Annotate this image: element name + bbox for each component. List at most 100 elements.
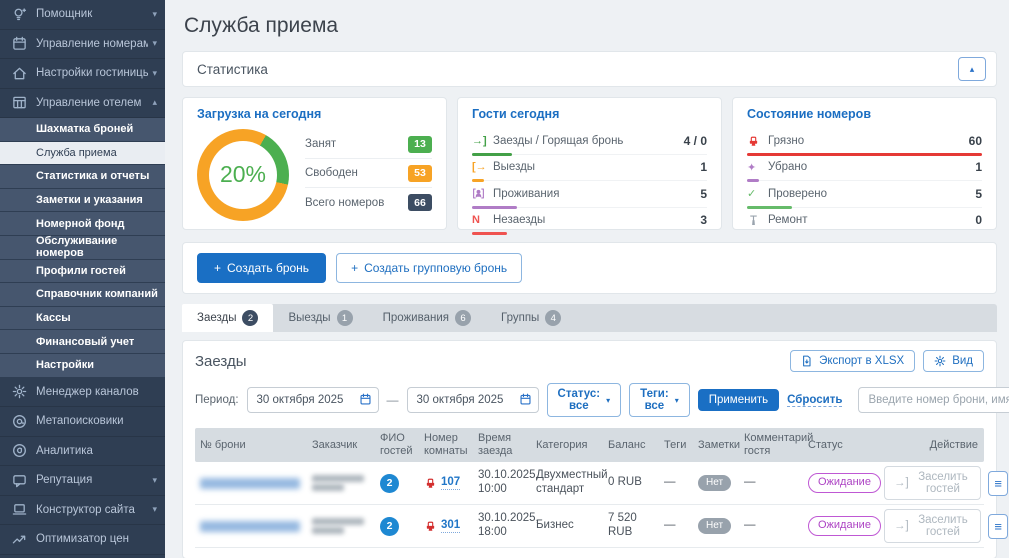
client-name-redacted xyxy=(312,475,364,482)
sidebar-item[interactable]: Оптимизатор цен xyxy=(0,525,165,555)
checked-icon: ✓ xyxy=(747,187,764,200)
export-xlsx-button[interactable]: Экспорт в XLSX xyxy=(790,350,915,372)
sidebar-subitem[interactable]: Финансовый учет xyxy=(0,330,165,354)
tab-count-badge: 4 xyxy=(545,310,561,326)
stat-row-label: Выезды xyxy=(489,161,700,173)
guests-count-badge: 2 xyxy=(380,517,399,536)
occupancy-legend-label: Свободен xyxy=(305,167,358,179)
tab-label: Заезды xyxy=(197,312,236,324)
booking-number-cell[interactable] xyxy=(195,474,307,493)
sidebar-subitem[interactable]: Настройки xyxy=(0,354,165,378)
sidebar-subitem[interactable]: Статистика и отчеты xyxy=(0,165,165,189)
table-header-row: № брониЗаказчикФИО гостейНомер комнатыВр… xyxy=(195,428,984,462)
occupancy-count-badge: 13 xyxy=(408,136,432,153)
sidebar-item-label: Оптимизатор цен xyxy=(36,533,157,545)
checkin-time-cell: 30.10.2025,10:00 xyxy=(473,465,531,501)
hotel-management-icon xyxy=(12,95,27,110)
apply-filters-button[interactable]: Применить xyxy=(698,389,779,411)
guests-count-cell: 2 xyxy=(375,513,419,540)
column-header: Комментарий гостя xyxy=(739,428,803,461)
stat-row-bar xyxy=(472,232,507,235)
sidebar-item[interactable]: Аналитика xyxy=(0,437,165,467)
row-menu-button[interactable]: ≡ xyxy=(988,471,1008,496)
view-settings-button[interactable]: Вид xyxy=(923,350,984,372)
sidebar-item[interactable]: Помощник▾ xyxy=(0,0,165,30)
chevron-up-icon: ▴ xyxy=(152,97,157,108)
stat-row-value: 5 xyxy=(700,187,707,201)
sidebar-subitem[interactable]: Кассы xyxy=(0,307,165,331)
rooms-state-card-title: Состояние номеров xyxy=(747,107,982,121)
status-filter-dropdown[interactable]: Статус: все ▾ xyxy=(547,383,622,417)
view-settings-label: Вид xyxy=(952,355,973,367)
repair-icon xyxy=(747,214,764,227)
room-number-link[interactable]: 301 xyxy=(441,519,460,534)
checkin-icon: →] xyxy=(472,135,489,147)
sidebar-item-label: Настройки гостиницы xyxy=(36,67,148,79)
sidebar-subitem[interactable]: Обслуживание номеров xyxy=(0,236,165,260)
sidebar-item[interactable]: Метапоисковики xyxy=(0,407,165,437)
statistics-title: Статистика xyxy=(197,62,958,77)
sidebar-item[interactable]: Управление отелем▴ xyxy=(0,89,165,119)
tab-label: Проживания xyxy=(383,312,449,324)
guest-comment-cell: — xyxy=(739,515,803,537)
tab-item[interactable]: Проживания6 xyxy=(368,304,486,332)
calendar-icon[interactable] xyxy=(519,393,532,406)
booking-number-cell[interactable] xyxy=(195,517,307,536)
status-cell: Ожидание xyxy=(803,512,879,539)
reset-filters-link[interactable]: Сбросить xyxy=(787,394,842,407)
row-menu-button[interactable]: ≡ xyxy=(988,514,1008,539)
check-in-guests-button[interactable]: →]Заселить гостей xyxy=(884,509,981,543)
stat-row-value: 5 xyxy=(975,187,982,201)
action-cell: →]Заселить гостей ≡ xyxy=(879,462,1009,504)
tab-active[interactable]: Заезды 2 xyxy=(182,304,273,332)
dirty-icon xyxy=(424,476,437,489)
search-input[interactable] xyxy=(858,387,1009,413)
tags-filter-dropdown[interactable]: Теги: все ▾ xyxy=(629,383,690,417)
stat-row: ✓Проверено5 xyxy=(747,181,982,208)
create-group-booking-label: Создать групповую бронь xyxy=(364,261,507,275)
create-group-booking-button[interactable]: + Создать групповую бронь xyxy=(336,253,522,283)
tab-item[interactable]: Выезды1 xyxy=(273,304,367,332)
sidebar-item[interactable]: Управление номерами ▾ xyxy=(0,30,165,60)
booking-number-redacted xyxy=(200,521,300,532)
sidebar-item[interactable]: Настройки гостиницы▾ xyxy=(0,59,165,89)
sidebar-item-label: Метапоисковики xyxy=(36,415,157,427)
sidebar-item-label: Управление номерами xyxy=(36,38,148,50)
tab-item[interactable]: Группы4 xyxy=(486,304,576,332)
sidebar-subitem[interactable]: Номерной фонд xyxy=(0,212,165,236)
sidebar-subitem[interactable]: Служба приема xyxy=(0,142,165,166)
checkin-icon: →] xyxy=(894,477,909,489)
sidebar-subitem[interactable]: Шахматка броней xyxy=(0,118,165,142)
sidebar-item[interactable]: Менеджер каналов xyxy=(0,378,165,408)
calendar-icon[interactable] xyxy=(359,393,372,406)
client-cell xyxy=(307,512,375,540)
create-booking-label: Создать бронь xyxy=(227,261,309,275)
stat-row-label: Проживания xyxy=(489,188,700,200)
tab-count-badge: 2 xyxy=(242,310,258,326)
table-row: 230130.10.2025,18:00Бизнес7 520 RUB—Нет—… xyxy=(195,505,984,548)
occupancy-count-badge: 53 xyxy=(408,165,432,182)
file-export-icon xyxy=(801,355,813,367)
room-number-cell: 107 xyxy=(419,472,473,495)
room-number-link[interactable]: 107 xyxy=(441,476,460,491)
create-booking-button[interactable]: + Создать бронь xyxy=(197,253,326,283)
occupancy-legend-row: Всего номеров66 xyxy=(305,188,432,217)
sidebar-item[interactable]: Конструктор сайта▾ xyxy=(0,496,165,526)
site-builder-icon xyxy=(12,502,27,517)
collapse-statistics-button[interactable]: ▴ xyxy=(958,57,986,81)
client-cell xyxy=(307,469,375,497)
notes-cell: Нет xyxy=(693,471,739,495)
chevron-down-icon: ▾ xyxy=(152,38,157,49)
sidebar-item[interactable]: Репутация▾ xyxy=(0,466,165,496)
sidebar-subitem[interactable]: Справочник компаний xyxy=(0,283,165,307)
sidebar-subitem[interactable]: Профили гостей xyxy=(0,260,165,284)
column-header: Действие xyxy=(879,435,984,456)
statistics-panel-header: Статистика ▴ xyxy=(182,51,997,87)
occupancy-card-title: Загрузка на сегодня xyxy=(197,107,432,121)
occupancy-legend-row: Занят13 xyxy=(305,130,432,159)
sidebar-subitem[interactable]: Заметки и указания xyxy=(0,189,165,213)
column-header: Баланс xyxy=(603,435,659,456)
check-in-guests-button[interactable]: →]Заселить гостей xyxy=(884,466,981,500)
guests-count-cell: 2 xyxy=(375,470,419,497)
stat-row-value: 1 xyxy=(975,160,982,174)
